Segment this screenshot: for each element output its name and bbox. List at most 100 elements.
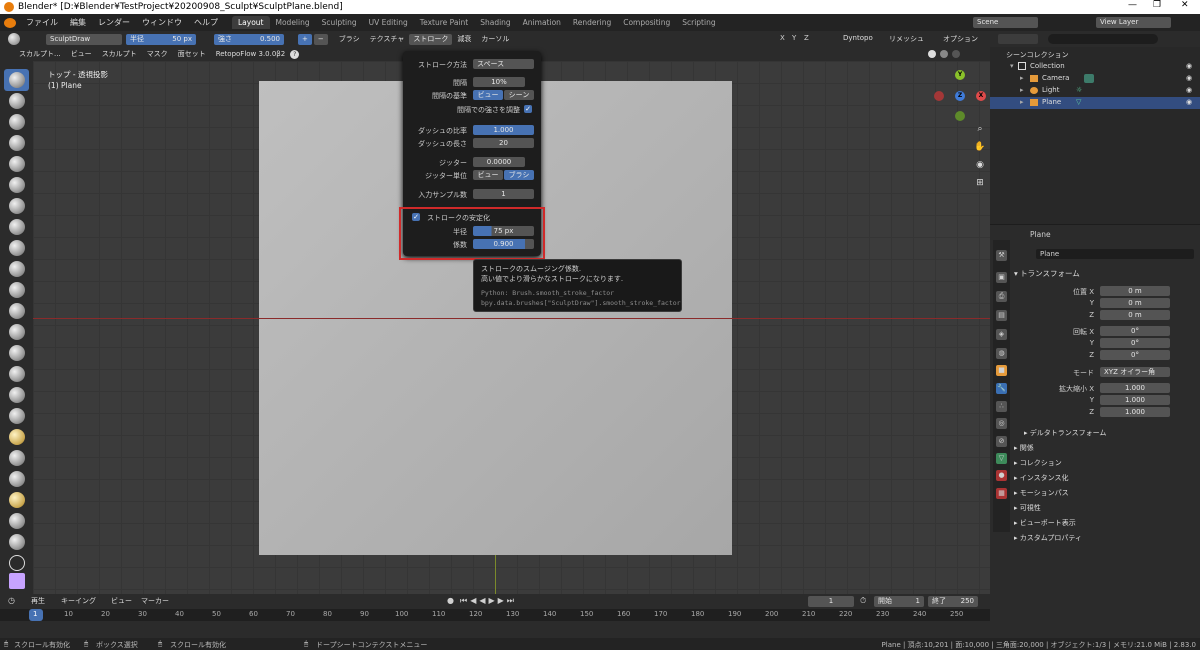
location-z-field[interactable]: 0 m	[1100, 310, 1170, 320]
current-frame-field[interactable]: 1	[808, 596, 854, 607]
location-y-field[interactable]: 0 m	[1100, 298, 1170, 308]
shading-rendered-icon[interactable]	[952, 50, 960, 58]
brush-menu[interactable]: ブラシ	[334, 34, 365, 44]
tab-modeling[interactable]: Modeling	[270, 16, 316, 29]
falloff-menu[interactable]: 減衰	[452, 34, 476, 44]
snake-hook-brush-icon[interactable]	[9, 429, 25, 445]
relations-panel[interactable]: ▸ 関係	[1014, 443, 1034, 453]
gizmo-neg-x-axis[interactable]	[934, 91, 944, 101]
radius-field[interactable]: 半径 50 px	[126, 33, 196, 45]
end-frame-field[interactable]: 終了 250	[928, 596, 978, 607]
subtract-mode-button[interactable]: −	[313, 33, 328, 45]
blender-menu-icon[interactable]	[4, 17, 16, 28]
inflate-brush-icon[interactable]	[9, 198, 25, 214]
maximize-button[interactable]: ❐	[1153, 0, 1161, 10]
transform-panel-header[interactable]: ▾ トランスフォーム	[1014, 268, 1080, 279]
pose-brush-icon[interactable]	[9, 471, 25, 487]
output-tab-icon[interactable]: ⎙	[996, 291, 1007, 302]
expand-icon[interactable]: ▸	[1020, 74, 1024, 82]
mesh-data-icon[interactable]: ▽	[1076, 98, 1081, 106]
menu-window[interactable]: ウィンドウ	[136, 17, 188, 28]
smooth-brush-icon[interactable]	[9, 261, 25, 277]
grid-view-icon[interactable]: ⊞	[973, 178, 987, 190]
fill-brush-icon[interactable]	[9, 303, 25, 319]
world-tab-icon[interactable]: ◍	[996, 348, 1007, 359]
modifier-tab-icon[interactable]: 🔧	[996, 383, 1007, 394]
texture-menu[interactable]: テクスチャ	[365, 34, 410, 44]
add-mode-button[interactable]: +	[298, 33, 312, 45]
shading-material-icon[interactable]	[940, 50, 948, 58]
gizmo-neg-y-axis[interactable]	[955, 111, 965, 121]
retopoflow-menu[interactable]: RetopoFlow 3.0.0β2	[211, 50, 291, 58]
stroke-method-dropdown[interactable]: スペース	[473, 59, 534, 69]
location-x-field[interactable]: 0 m	[1100, 286, 1170, 296]
timeline-editor-icon[interactable]: ◷	[8, 596, 15, 605]
multiplane-scrape-brush-icon[interactable]	[9, 345, 25, 361]
physics-tab-icon[interactable]: ◎	[996, 418, 1007, 429]
draw-sharp-brush-icon[interactable]	[9, 93, 25, 109]
motion-paths-panel[interactable]: ▸ モーションパス	[1014, 488, 1069, 498]
playback-menu[interactable]: 再生	[26, 596, 50, 606]
outliner-item-camera[interactable]: ▸ Camera ◉	[990, 73, 1200, 85]
instancing-panel[interactable]: ▸ インスタンス化	[1014, 473, 1068, 483]
pinch-brush-icon[interactable]	[9, 366, 25, 382]
spacing-field[interactable]: 10%	[473, 77, 525, 87]
custom-properties-panel[interactable]: ▸ カスタムプロパティ	[1014, 533, 1082, 543]
rotation-x-field[interactable]: 0°	[1100, 326, 1170, 336]
axis-x-toggle[interactable]: X	[780, 34, 785, 42]
axis-y-toggle[interactable]: Y	[792, 34, 796, 42]
timeline-view-menu[interactable]: ビュー	[106, 596, 137, 606]
material-tab-icon[interactable]: ●	[996, 470, 1007, 481]
stroke-menu[interactable]: ストローク	[409, 33, 453, 45]
jitter-field[interactable]: 0.0000	[473, 157, 525, 167]
scale-z-field[interactable]: 1.000	[1100, 407, 1170, 417]
texture-tab-icon[interactable]: ▦	[996, 488, 1007, 499]
expand-icon[interactable]: ▸	[1020, 98, 1024, 106]
viewport-display-panel[interactable]: ▸ ビューポート表示	[1014, 518, 1076, 528]
minimize-button[interactable]: —	[1128, 0, 1137, 10]
view-menu[interactable]: ビュー	[66, 49, 97, 59]
tab-shading[interactable]: Shading	[474, 16, 516, 29]
simplify-brush-icon[interactable]	[9, 555, 25, 571]
gizmo-x-axis[interactable]: X	[976, 91, 986, 101]
outliner-search-input[interactable]	[1048, 34, 1158, 44]
rotation-mode-dropdown[interactable]: XYZ オイラー角	[1100, 367, 1170, 377]
rotate-brush-icon[interactable]	[9, 513, 25, 529]
outliner-item-light[interactable]: ▸ Light ☼ ◉	[990, 85, 1200, 97]
tab-sculpting[interactable]: Sculpting	[316, 16, 363, 29]
playback-controls[interactable]: ⏮◀◀▶▶⏭	[460, 596, 517, 606]
expand-icon[interactable]: ▸	[1020, 86, 1024, 94]
expand-icon[interactable]: ▾	[1010, 62, 1014, 70]
keying-menu[interactable]: キーイング	[56, 596, 101, 606]
options-menu[interactable]: オプション	[938, 34, 983, 44]
slide-relax-brush-icon[interactable]	[9, 534, 25, 550]
preview-range-icon[interactable]: ⏱	[860, 596, 866, 606]
pan-hand-icon[interactable]: ✋	[973, 142, 987, 154]
marker-menu[interactable]: マーカー	[136, 596, 174, 606]
start-frame-field[interactable]: 開始 1	[874, 596, 924, 607]
close-button[interactable]: ✕	[1181, 0, 1189, 10]
object-name-field[interactable]: Plane	[1036, 249, 1194, 259]
dyntopo-menu[interactable]: Dyntopo	[838, 34, 878, 42]
cursor-menu[interactable]: カーソル	[476, 34, 514, 44]
tab-uv-editing[interactable]: UV Editing	[363, 16, 414, 29]
menu-help[interactable]: ヘルプ	[188, 17, 224, 28]
elastic-deform-brush-icon[interactable]	[9, 408, 25, 424]
visibility-eye-icon[interactable]: ◉	[1186, 86, 1192, 94]
clay-thumb-brush-icon[interactable]	[9, 156, 25, 172]
brush-preview-icon[interactable]	[8, 33, 20, 45]
view-layer-selector[interactable]: View Layer	[1096, 17, 1171, 28]
help-icon[interactable]: ?	[290, 49, 300, 59]
draw-brush-icon[interactable]	[9, 72, 25, 88]
data-tab-icon[interactable]: ▽	[996, 453, 1007, 464]
light-data-icon[interactable]: ☼	[1076, 86, 1082, 94]
tab-texture-paint[interactable]: Texture Paint	[414, 16, 474, 29]
brush-name-field[interactable]: SculptDraw	[46, 33, 122, 45]
camera-data-icon[interactable]	[1084, 74, 1094, 83]
scale-y-field[interactable]: 1.000	[1100, 395, 1170, 405]
outliner-root[interactable]: シーンコレクション	[990, 49, 1200, 61]
record-icon[interactable]: ●	[447, 596, 454, 605]
clay-brush-icon[interactable]	[9, 114, 25, 130]
tab-rendering[interactable]: Rendering	[567, 16, 617, 29]
object-tab-icon[interactable]: ■	[996, 365, 1007, 376]
